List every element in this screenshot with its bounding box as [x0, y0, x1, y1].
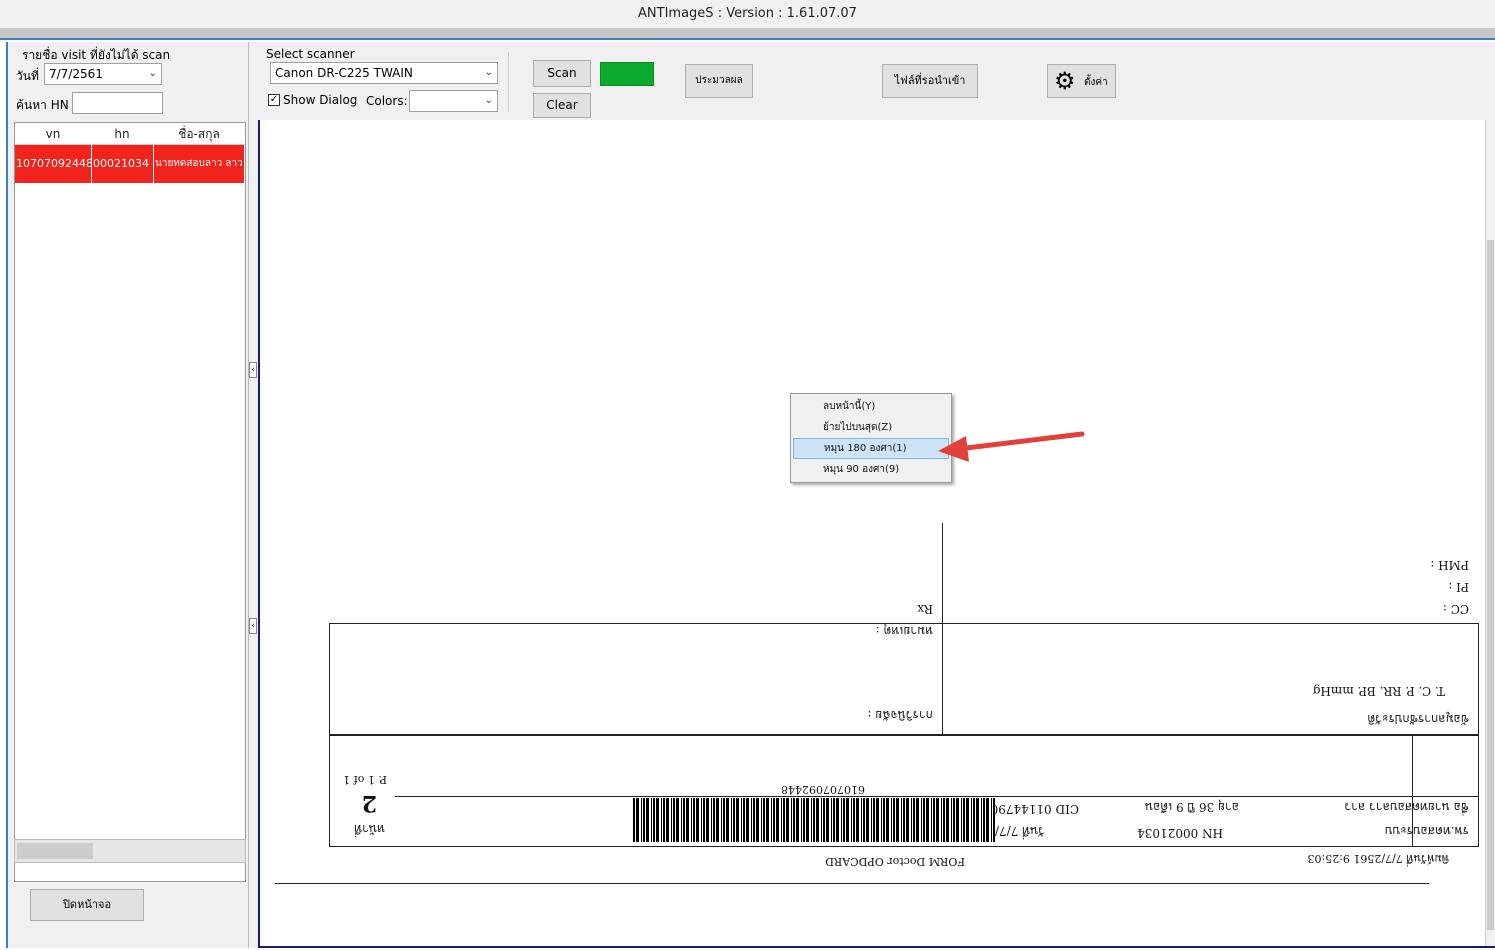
- menu-item-delete-page[interactable]: ลบหน้านี้(Y): [793, 396, 949, 417]
- doc-pi: PI :: [1448, 580, 1469, 594]
- cell-hn: 00021034: [92, 145, 154, 183]
- doc-vitals: T. C. P. RR. BP. mmHg: [1312, 684, 1445, 698]
- date-label: วันที่: [16, 69, 39, 83]
- doc-form-name: FORM Doctor OPDCARD: [825, 855, 965, 868]
- doc-print-date: พิมพ์วันที่ 7/7/2561 9:25:03: [1307, 852, 1449, 865]
- doc-age: อายุ 36 ปี 9 เดือน: [1144, 800, 1239, 814]
- doc-rx: Rx: [917, 602, 933, 616]
- doc-pmh: PMH :: [1430, 558, 1469, 572]
- gear-icon: ⚙: [1054, 67, 1076, 95]
- select-scanner-label: Select scanner: [266, 47, 355, 61]
- page-context-menu: ลบหน้านี้(Y) ย้ายไปบนสุด(Z) หมุน 180 องศ…: [790, 393, 952, 483]
- doc-divider: [942, 623, 943, 735]
- window-frame-bar: [0, 28, 1495, 40]
- column-header-hn[interactable]: hn: [91, 123, 153, 144]
- pending-files-button[interactable]: ไฟล์ที่รอนำเข้า: [882, 64, 978, 98]
- search-hn-label: ค้นหา HN: [16, 98, 69, 112]
- colors-select[interactable]: ⌄: [409, 90, 498, 112]
- doc-history-section: ข้อมูลการซักประวัติ: [1367, 712, 1469, 726]
- date-value: 7/7/2561: [49, 67, 103, 81]
- doc-page-number: 2: [361, 790, 377, 816]
- column-header-vn[interactable]: vn: [15, 123, 91, 144]
- window-title: ANTImageS : Version : 1.61.07.07: [638, 6, 857, 21]
- toolbar-separator: [508, 52, 509, 112]
- show-dialog-label: Show Dialog: [283, 93, 358, 107]
- chevron-down-icon: ⌄: [484, 95, 493, 106]
- doc-hospital: รพ.ทดสอบระบบ: [1384, 824, 1469, 838]
- doc-divider: [942, 523, 943, 623]
- date-picker[interactable]: 7/7/2561 ⌄: [44, 63, 162, 85]
- scanner-value: Canon DR-C225 TWAIN: [275, 66, 413, 80]
- scrollbar-thumb[interactable]: [1487, 240, 1494, 930]
- table-row[interactable]: 10707092448 00021034 นายทดสอบลาว ลาว: [15, 145, 245, 183]
- scanner-select[interactable]: Canon DR-C225 TWAIN ⌄: [270, 62, 498, 84]
- column-header-name[interactable]: ชื่อ-สกุล: [153, 123, 245, 144]
- colors-label: Colors:: [366, 94, 408, 108]
- chevron-down-icon: ⌄: [484, 67, 493, 78]
- scrollbar-thumb[interactable]: [17, 843, 93, 859]
- settings-button[interactable]: ⚙ ตั้งค่า: [1047, 64, 1116, 98]
- clear-button[interactable]: Clear: [533, 93, 591, 118]
- search-hn-input[interactable]: [72, 92, 163, 114]
- doc-page-word: หน้าที่: [354, 822, 385, 836]
- panel-splitter[interactable]: ‹ ‹: [248, 42, 258, 948]
- doc-barcode-text: 610707092448: [781, 783, 865, 796]
- menu-item-rotate-90[interactable]: หมุน 90 องศา(9): [793, 459, 949, 480]
- cell-name: นายทดสอบลาว ลาว: [154, 145, 245, 183]
- scan-button[interactable]: Scan: [533, 60, 591, 87]
- viewer-vertical-scrollbar[interactable]: [1485, 120, 1495, 946]
- process-button[interactable]: ประมวลผล: [685, 64, 753, 98]
- window-title-bar: ANTImageS : Version : 1.61.07.07: [0, 0, 1495, 28]
- doc-patient: ชื่อ นายทดสอบลาว ลาว: [1344, 800, 1469, 814]
- doc-divider: [395, 796, 1479, 797]
- checkbox-check-icon: ✓: [268, 94, 280, 106]
- doc-note: หมายเหตุ :: [875, 624, 933, 638]
- menu-item-move-to-top[interactable]: ย้ายไปบนสุด(Z): [793, 417, 949, 438]
- show-dialog-checkbox[interactable]: ✓ Show Dialog: [268, 93, 357, 107]
- table-header: vn hn ชื่อ-สกุล: [15, 123, 245, 145]
- chevron-down-icon: ⌄: [148, 68, 157, 79]
- collapse-left-icon-lower[interactable]: ‹: [249, 618, 257, 634]
- doc-diagnosis: การวินิจฉัย :: [867, 708, 933, 722]
- doc-hn: HN 00021034: [1137, 826, 1223, 840]
- doc-page-label: P. 1 of 1: [343, 773, 387, 786]
- scanner-status-indicator: [600, 62, 654, 86]
- scanned-page: พิมพ์วันที่ 7/7/2561 9:25:03 FORM Doctor…: [260, 120, 1485, 946]
- menu-item-rotate-180[interactable]: หมุน 180 องศา(1): [793, 438, 949, 459]
- doc-barcode: [633, 798, 995, 842]
- visit-table: vn hn ชื่อ-สกุล 10707092448 00021034 นาย…: [14, 122, 246, 882]
- doc-top-line: [275, 883, 1429, 884]
- left-panel: รายชื่อ visit ที่ยังไม่ได้ scan วันที่ 7…: [6, 42, 248, 948]
- scan-viewer[interactable]: พิมพ์วันที่ 7/7/2561 9:25:03 FORM Doctor…: [258, 120, 1495, 948]
- close-screen-button[interactable]: ปิดหน้าจอ: [30, 889, 144, 921]
- scanner-toolbar: Select scanner Canon DR-C225 TWAIN ⌄ ✓ S…: [258, 42, 1495, 120]
- collapse-left-icon[interactable]: ‹: [249, 362, 257, 378]
- doc-cc: CC :: [1442, 602, 1469, 616]
- table-horizontal-scrollbar[interactable]: [14, 839, 246, 863]
- settings-label: ตั้งค่า: [1084, 77, 1108, 88]
- cell-vn: 10707092448: [15, 145, 92, 183]
